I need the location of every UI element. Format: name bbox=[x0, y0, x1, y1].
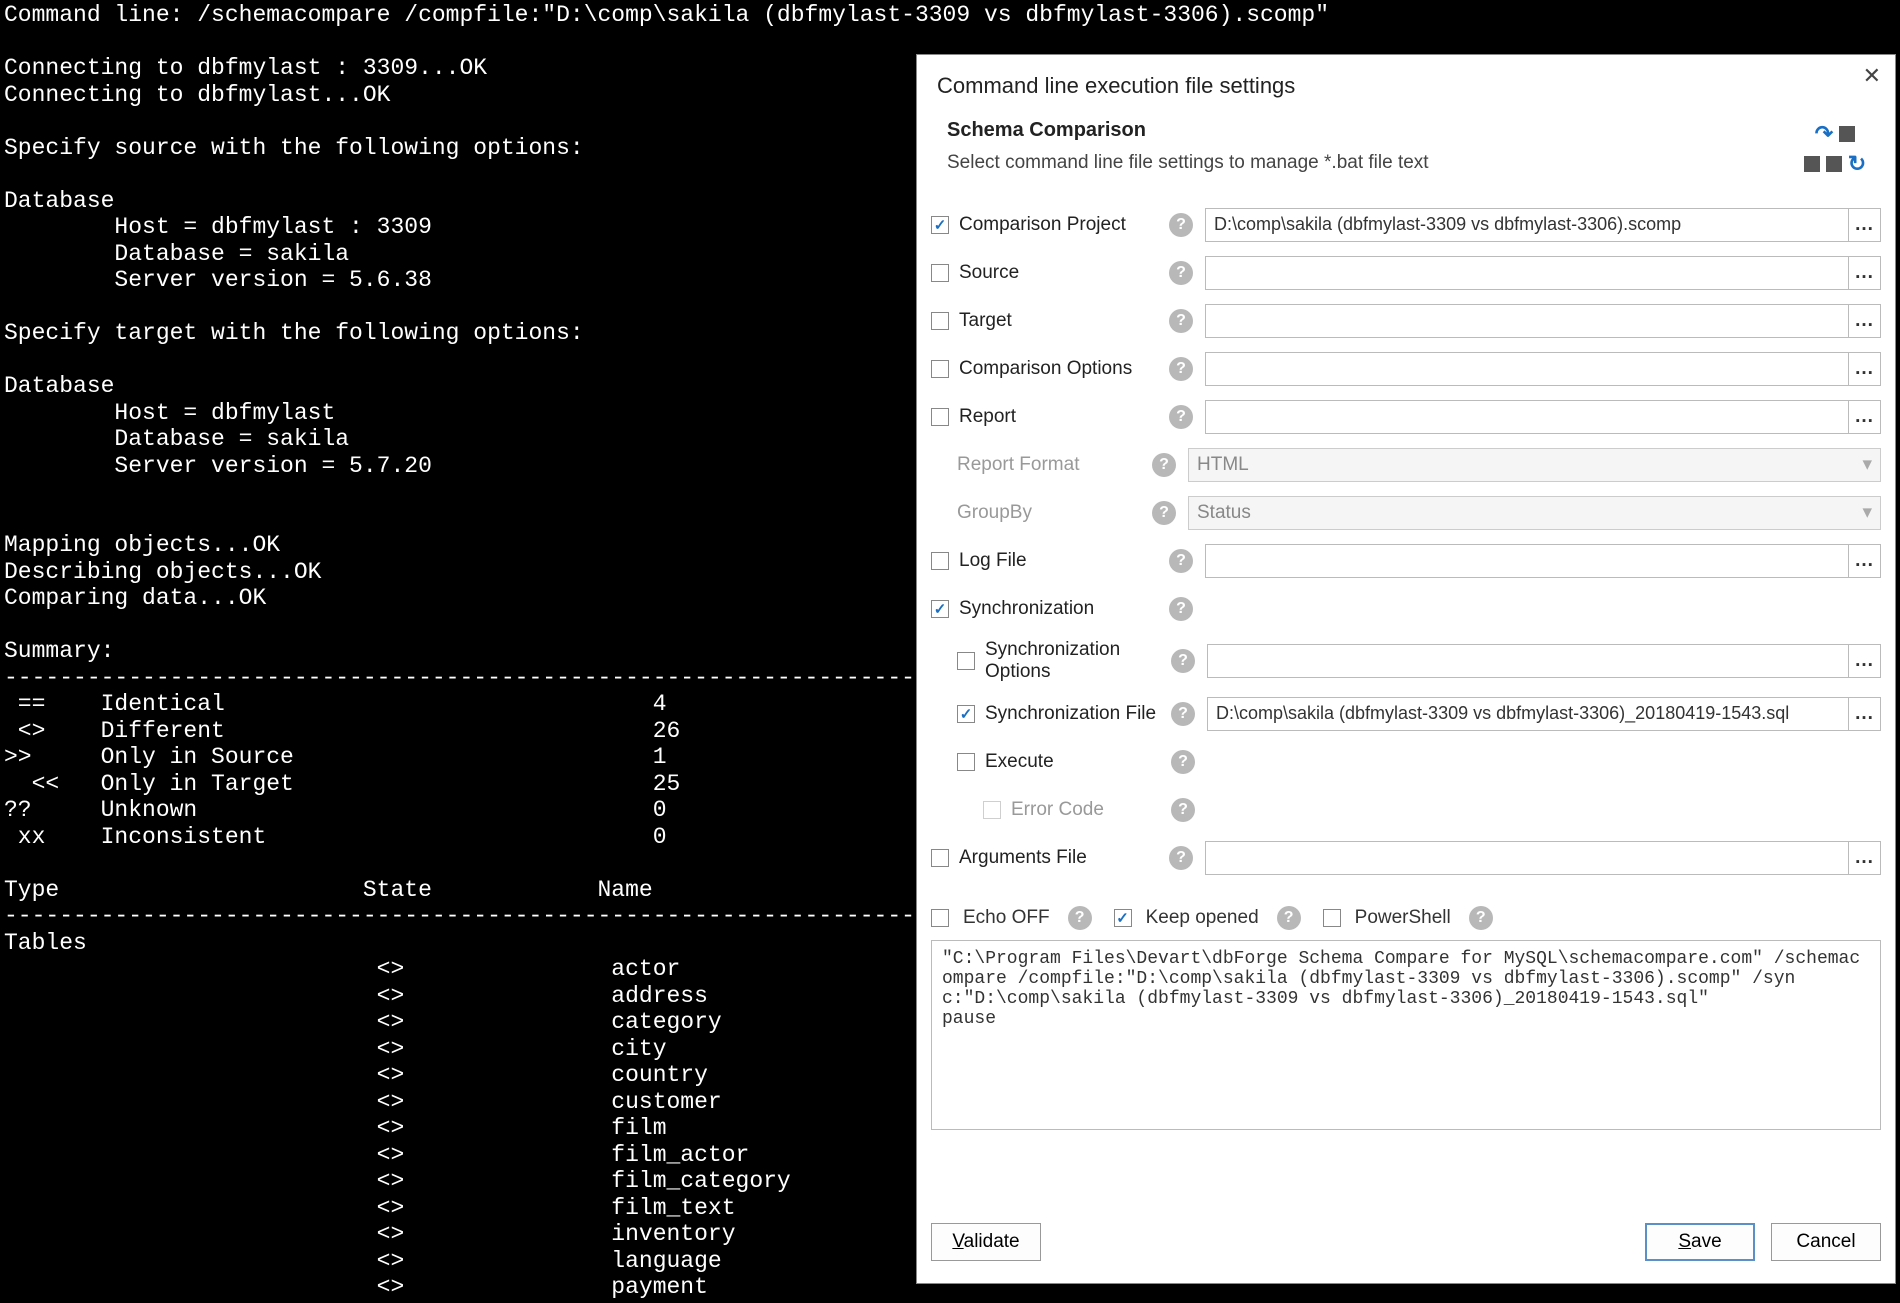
browse-button[interactable]: ... bbox=[1849, 352, 1881, 386]
synchronization-checkbox[interactable] bbox=[931, 600, 949, 618]
groupby-label: GroupBy bbox=[957, 502, 1152, 524]
help-icon[interactable]: ? bbox=[1171, 649, 1195, 673]
error-code-label: Error Code bbox=[1011, 799, 1171, 821]
source-label: Source bbox=[959, 262, 1169, 284]
browse-button[interactable]: ... bbox=[1849, 304, 1881, 338]
help-icon[interactable]: ? bbox=[1169, 405, 1193, 429]
command-preview[interactable]: "C:\Program Files\Devart\dbForge Schema … bbox=[931, 940, 1881, 1130]
comparison-project-label: Comparison Project bbox=[959, 214, 1169, 236]
browse-button[interactable]: ... bbox=[1849, 644, 1881, 678]
help-icon[interactable]: ? bbox=[1169, 846, 1193, 870]
keep-opened-label: Keep opened bbox=[1146, 907, 1259, 929]
help-icon[interactable]: ? bbox=[1169, 357, 1193, 381]
cancel-button[interactable]: Cancel bbox=[1771, 1223, 1881, 1261]
report-label: Report bbox=[959, 406, 1169, 428]
help-icon[interactable]: ? bbox=[1171, 702, 1195, 726]
help-icon[interactable]: ? bbox=[1171, 798, 1195, 822]
keep-opened-checkbox[interactable] bbox=[1114, 909, 1132, 927]
settings-dialog: Command line execution file settings ✕ S… bbox=[916, 54, 1896, 1284]
comparison-options-label: Comparison Options bbox=[959, 358, 1169, 380]
browse-button[interactable]: ... bbox=[1849, 697, 1881, 731]
sync-file-label: Synchronization File bbox=[985, 703, 1171, 725]
browse-button[interactable]: ... bbox=[1849, 841, 1881, 875]
sync-options-input[interactable] bbox=[1207, 644, 1849, 678]
report-input[interactable] bbox=[1205, 400, 1849, 434]
help-icon[interactable]: ? bbox=[1169, 597, 1193, 621]
chevron-down-icon: ▾ bbox=[1862, 453, 1872, 476]
help-icon[interactable]: ? bbox=[1171, 750, 1195, 774]
arguments-file-label: Arguments File bbox=[959, 847, 1169, 869]
browse-button[interactable]: ... bbox=[1849, 544, 1881, 578]
sync-file-input[interactable] bbox=[1207, 697, 1849, 731]
report-format-label: Report Format bbox=[957, 454, 1152, 476]
sync-file-checkbox[interactable] bbox=[957, 705, 975, 723]
validate-button[interactable]: Validate bbox=[931, 1223, 1041, 1261]
sync-options-checkbox[interactable] bbox=[957, 652, 975, 670]
sync-options-label: Synchronization Options bbox=[985, 639, 1171, 683]
execute-label: Execute bbox=[985, 751, 1171, 773]
section-title: Schema Comparison bbox=[947, 119, 1429, 142]
arguments-file-input[interactable] bbox=[1205, 841, 1849, 875]
help-icon[interactable]: ? bbox=[1068, 906, 1092, 930]
synchronization-label: Synchronization bbox=[959, 598, 1169, 620]
close-button[interactable]: ✕ bbox=[1863, 63, 1881, 89]
comparison-options-checkbox[interactable] bbox=[931, 360, 949, 378]
save-button[interactable]: Save bbox=[1645, 1223, 1755, 1261]
logfile-checkbox[interactable] bbox=[931, 552, 949, 570]
schema-compare-icon: ↷ ↻ bbox=[1805, 119, 1865, 179]
report-format-select[interactable]: HTML ▾ bbox=[1188, 448, 1881, 482]
groupby-value: Status bbox=[1197, 502, 1251, 524]
help-icon[interactable]: ? bbox=[1169, 549, 1193, 573]
help-icon[interactable]: ? bbox=[1152, 501, 1176, 525]
chevron-down-icon: ▾ bbox=[1862, 501, 1872, 524]
echo-off-checkbox[interactable] bbox=[931, 909, 949, 927]
echo-off-label: Echo OFF bbox=[963, 907, 1050, 929]
target-label: Target bbox=[959, 310, 1169, 332]
browse-button[interactable]: ... bbox=[1849, 400, 1881, 434]
powershell-checkbox[interactable] bbox=[1323, 909, 1341, 927]
browse-button[interactable]: ... bbox=[1849, 256, 1881, 290]
help-icon[interactable]: ? bbox=[1169, 261, 1193, 285]
comparison-project-input[interactable] bbox=[1205, 208, 1849, 242]
arguments-file-checkbox[interactable] bbox=[931, 849, 949, 867]
logfile-input[interactable] bbox=[1205, 544, 1849, 578]
help-icon[interactable]: ? bbox=[1152, 453, 1176, 477]
groupby-select[interactable]: Status ▾ bbox=[1188, 496, 1881, 530]
help-icon[interactable]: ? bbox=[1169, 309, 1193, 333]
target-checkbox[interactable] bbox=[931, 312, 949, 330]
report-format-value: HTML bbox=[1197, 454, 1249, 476]
powershell-label: PowerShell bbox=[1355, 907, 1451, 929]
help-icon[interactable]: ? bbox=[1169, 213, 1193, 237]
source-checkbox[interactable] bbox=[931, 264, 949, 282]
error-code-checkbox[interactable] bbox=[983, 801, 1001, 819]
section-subtitle: Select command line file settings to man… bbox=[947, 152, 1429, 174]
execute-checkbox[interactable] bbox=[957, 753, 975, 771]
browse-button[interactable]: ... bbox=[1849, 208, 1881, 242]
logfile-label: Log File bbox=[959, 550, 1169, 572]
source-input[interactable] bbox=[1205, 256, 1849, 290]
report-checkbox[interactable] bbox=[931, 408, 949, 426]
target-input[interactable] bbox=[1205, 304, 1849, 338]
help-icon[interactable]: ? bbox=[1469, 906, 1493, 930]
help-icon[interactable]: ? bbox=[1277, 906, 1301, 930]
comparison-project-checkbox[interactable] bbox=[931, 216, 949, 234]
dialog-title: Command line execution file settings bbox=[937, 73, 1875, 99]
comparison-options-input[interactable] bbox=[1205, 352, 1849, 386]
